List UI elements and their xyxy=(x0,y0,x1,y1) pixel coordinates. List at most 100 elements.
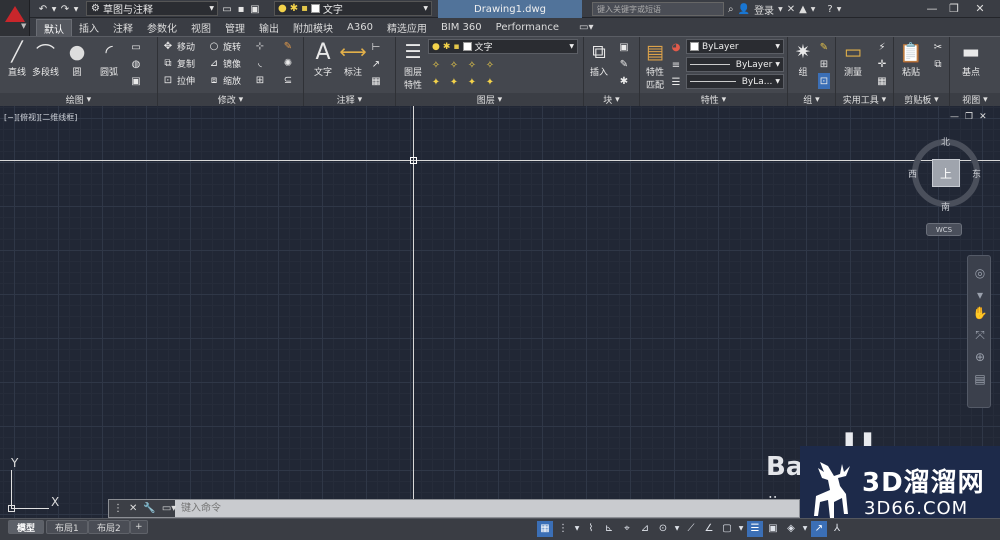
save-icon[interactable]: ▪ xyxy=(234,2,248,16)
redo-icon[interactable]: ↷ xyxy=(58,2,72,16)
polyline-button[interactable]: ⌒ 多段线 xyxy=(32,39,59,79)
mirror-button[interactable]: ⊿ 镜像 xyxy=(208,55,241,71)
tab-insert[interactable]: 插入 xyxy=(72,19,106,36)
panel-title-properties[interactable]: 特性 ▾ xyxy=(640,93,787,106)
chevron-down-icon[interactable]: ▼ xyxy=(801,521,809,537)
hatch-button[interactable]: ◍ xyxy=(130,56,142,72)
tab-layout2[interactable]: 布局2 xyxy=(88,520,130,534)
lineweight-dropdown[interactable]: ByLa... ▼ xyxy=(686,74,784,89)
help-icon[interactable]: ? xyxy=(827,4,832,15)
layer-unlock-icon[interactable]: ✦ xyxy=(484,76,496,88)
viewcube-top-face[interactable]: 上 xyxy=(932,159,960,187)
group-edit-button[interactable]: ⊞ xyxy=(818,56,830,72)
viewport-controls-label[interactable]: [−][俯视][二维线框] xyxy=(4,112,77,123)
edit-block-button[interactable]: ✎ xyxy=(618,56,630,72)
steering-wheel-dropdown-icon[interactable]: ▾ xyxy=(968,286,992,304)
tab-annotate[interactable]: 注释 xyxy=(106,19,140,36)
layer-isolate-icon[interactable]: ✧ xyxy=(448,59,460,71)
annotation-scale-icon[interactable]: ⅄ xyxy=(829,521,845,537)
panel-title-view[interactable]: 视图 ▾ xyxy=(950,93,1000,106)
search-input[interactable]: 键入关键字或短语 xyxy=(592,2,724,16)
offset-button[interactable]: ⊆ xyxy=(282,72,294,88)
wrench-icon[interactable]: 🔧 xyxy=(143,503,155,514)
layer-previous-icon[interactable]: ✦ xyxy=(466,76,478,88)
group-button[interactable]: ✷ 组 xyxy=(790,39,816,78)
measure-button[interactable]: ▭ 测量 xyxy=(840,39,866,78)
tab-model[interactable]: 模型 xyxy=(8,520,45,534)
chevron-down-icon[interactable]: ▼ xyxy=(737,521,745,537)
paste-button[interactable]: 📋 粘贴 xyxy=(898,39,924,79)
layer-lock-icon[interactable]: ✧ xyxy=(484,59,496,71)
panel-title-draw[interactable]: 绘图 ▾ xyxy=(0,93,157,106)
grid-icon[interactable]: ⋮ xyxy=(555,521,571,537)
ortho-icon[interactable]: ⊿ xyxy=(637,521,653,537)
minimize-viewport-icon[interactable]: — xyxy=(950,112,959,122)
tab-bim360[interactable]: BIM 360 xyxy=(434,19,489,36)
close-viewport-icon[interactable]: ✕ xyxy=(979,112,987,122)
group-selection-toggle[interactable]: ⊡ xyxy=(818,73,830,89)
create-block-button[interactable]: ▣ xyxy=(618,39,630,55)
login-link[interactable]: 登录 xyxy=(754,2,774,17)
multileader-button[interactable]: ↗ xyxy=(370,56,382,72)
leader-button[interactable]: ⊢ xyxy=(370,39,382,55)
isodraft-icon[interactable]: ⟋ xyxy=(683,521,699,537)
model-space-icon[interactable]: ▦ xyxy=(537,520,553,537)
open-file-icon[interactable]: ▭ xyxy=(220,2,234,16)
panel-title-block[interactable]: 块 ▾ xyxy=(584,93,639,106)
tab-default[interactable]: 默认 xyxy=(36,19,72,36)
color-dropdown[interactable]: ByLayer ▼ xyxy=(686,39,784,54)
showmotion-icon[interactable]: ▤ xyxy=(968,370,992,388)
undo-icon[interactable]: ↶ xyxy=(36,2,50,16)
orbit-icon[interactable]: ⊕ xyxy=(968,348,992,366)
base-view-button[interactable]: ▬ 基点 xyxy=(958,39,984,78)
make-current-icon[interactable]: ✦ xyxy=(430,76,442,88)
minimize-button[interactable]: — xyxy=(922,0,942,16)
panel-title-clipboard[interactable]: 剪贴板 ▾ xyxy=(894,93,949,106)
boundary-button[interactable]: ▣ xyxy=(130,73,142,89)
trim-button[interactable]: ⊹ xyxy=(254,38,266,54)
exchange-icon[interactable]: ✕ xyxy=(787,4,795,15)
array-button[interactable]: ⊞ xyxy=(254,72,266,88)
cut-button[interactable]: ✂ xyxy=(932,39,944,55)
chevron-down-icon[interactable]: ▼ xyxy=(673,521,681,537)
layer-dropdown[interactable]: ● ✱ ▪ 文字 ▼ xyxy=(428,39,578,54)
tab-addins[interactable]: 附加模块 xyxy=(286,19,340,36)
layer-off-icon[interactable]: ✧ xyxy=(430,59,442,71)
viewcube-east[interactable]: 东 xyxy=(972,167,981,180)
tab-layout1[interactable]: 布局1 xyxy=(46,520,88,534)
calculator-button[interactable]: ▦ xyxy=(876,73,888,89)
grip-icon[interactable]: ⋮ xyxy=(113,503,123,514)
attribute-button[interactable]: ✱ xyxy=(618,73,630,89)
linetype-dropdown[interactable]: ByLayer ▼ xyxy=(686,57,784,72)
arc-button[interactable]: ◜ 圆弧 xyxy=(96,39,122,78)
ungroup-button[interactable]: ✎ xyxy=(818,39,830,55)
panel-title-utilities[interactable]: 实用工具 ▾ xyxy=(836,93,893,106)
chevron-down-icon[interactable]: ▼ xyxy=(837,6,842,13)
pan-icon[interactable]: ✋ xyxy=(968,304,992,322)
match-properties-button[interactable]: ▤ 特性 匹配 xyxy=(642,39,668,91)
stretch-button[interactable]: ⊡ 拉伸 xyxy=(162,72,195,88)
table-button[interactable]: ▦ xyxy=(370,73,382,89)
circle-button[interactable]: ● 圆 xyxy=(64,39,90,78)
copy-button[interactable]: ⧉ 复制 xyxy=(162,55,195,71)
lineweight-toggle-icon[interactable]: ☰ xyxy=(747,520,763,537)
tab-performance[interactable]: Performance xyxy=(489,19,566,36)
restore-viewport-icon[interactable]: ❐ xyxy=(965,112,973,122)
tab-view[interactable]: 视图 xyxy=(184,19,218,36)
point-button[interactable]: ✛ xyxy=(876,56,888,72)
scale-button[interactable]: ⧈ 缩放 xyxy=(208,72,241,88)
command-input[interactable] xyxy=(175,501,475,516)
infer-constraints-icon[interactable]: ⊾ xyxy=(601,521,617,537)
rectangle-button[interactable]: ▭ xyxy=(130,39,142,55)
tab-output[interactable]: 输出 xyxy=(252,19,286,36)
object-snap-tracking-icon[interactable]: ∠ xyxy=(701,521,717,537)
steering-wheel-icon[interactable]: ◎ xyxy=(968,264,992,282)
binoculars-icon[interactable]: ⌕ xyxy=(728,4,734,15)
chevron-down-icon[interactable]: ▼ xyxy=(50,2,58,16)
tab-a360[interactable]: A360 xyxy=(340,19,380,36)
object-snap-icon[interactable]: ▢ xyxy=(719,521,735,537)
viewcube-south[interactable]: 南 xyxy=(941,200,950,213)
layer-quick-dropdown[interactable]: ● ✱ ▪ 文字 ▼ xyxy=(274,1,432,16)
add-layout-button[interactable]: + xyxy=(130,520,148,534)
panel-title-groups[interactable]: 组 ▾ xyxy=(788,93,835,106)
